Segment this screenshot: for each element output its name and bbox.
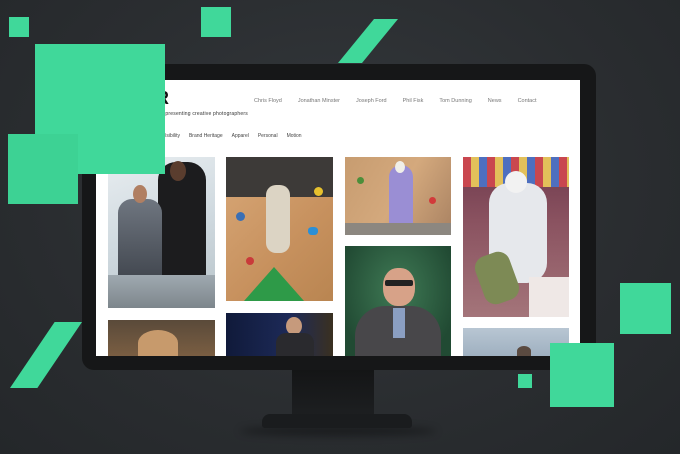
nav-chris-floyd[interactable]: Chris Floyd — [254, 98, 282, 104]
photo-couple-fashion[interactable] — [108, 157, 215, 308]
photo-white-costume-chair[interactable] — [463, 157, 569, 317]
nav-tom-dunning[interactable]: Tom Dunning — [439, 98, 471, 104]
category-filters: Visibility Brand Heritage Apparel Person… — [162, 133, 302, 139]
nav-joseph-ford[interactable]: Joseph Ford — [356, 98, 387, 104]
nav-news[interactable]: News — [488, 98, 502, 104]
monitor-stand — [292, 370, 374, 416]
monitor-base — [262, 414, 412, 428]
website-screen: R g representing creative photographers … — [96, 80, 580, 356]
photo-man-green-backdrop[interactable] — [345, 246, 451, 356]
decor-square — [620, 283, 671, 334]
filter-brand-heritage[interactable]: Brand Heritage — [189, 133, 223, 139]
decor-square — [8, 134, 78, 204]
decor-square — [201, 7, 231, 37]
nav-phil-fisk[interactable]: Phil Fisk — [403, 98, 424, 104]
photo-climbing-wall-dancer[interactable] — [226, 157, 333, 301]
photo-blue-dress-climbing[interactable] — [345, 157, 451, 235]
decor-square — [9, 17, 29, 37]
filter-apparel[interactable]: Apparel — [232, 133, 249, 139]
filter-motion[interactable]: Motion — [287, 133, 302, 139]
site-tagline: g representing creative photographers — [156, 111, 248, 117]
photo-stage-singer[interactable] — [226, 313, 333, 356]
photo-bottom-left[interactable] — [108, 320, 215, 356]
nav-contact[interactable]: Contact — [518, 98, 537, 104]
decor-square — [518, 374, 532, 388]
filter-personal[interactable]: Personal — [258, 133, 278, 139]
top-navigation: Chris Floyd Jonathan Minster Joseph Ford… — [254, 98, 537, 104]
nav-jonathan-minster[interactable]: Jonathan Minster — [298, 98, 340, 104]
decor-square — [550, 343, 614, 407]
